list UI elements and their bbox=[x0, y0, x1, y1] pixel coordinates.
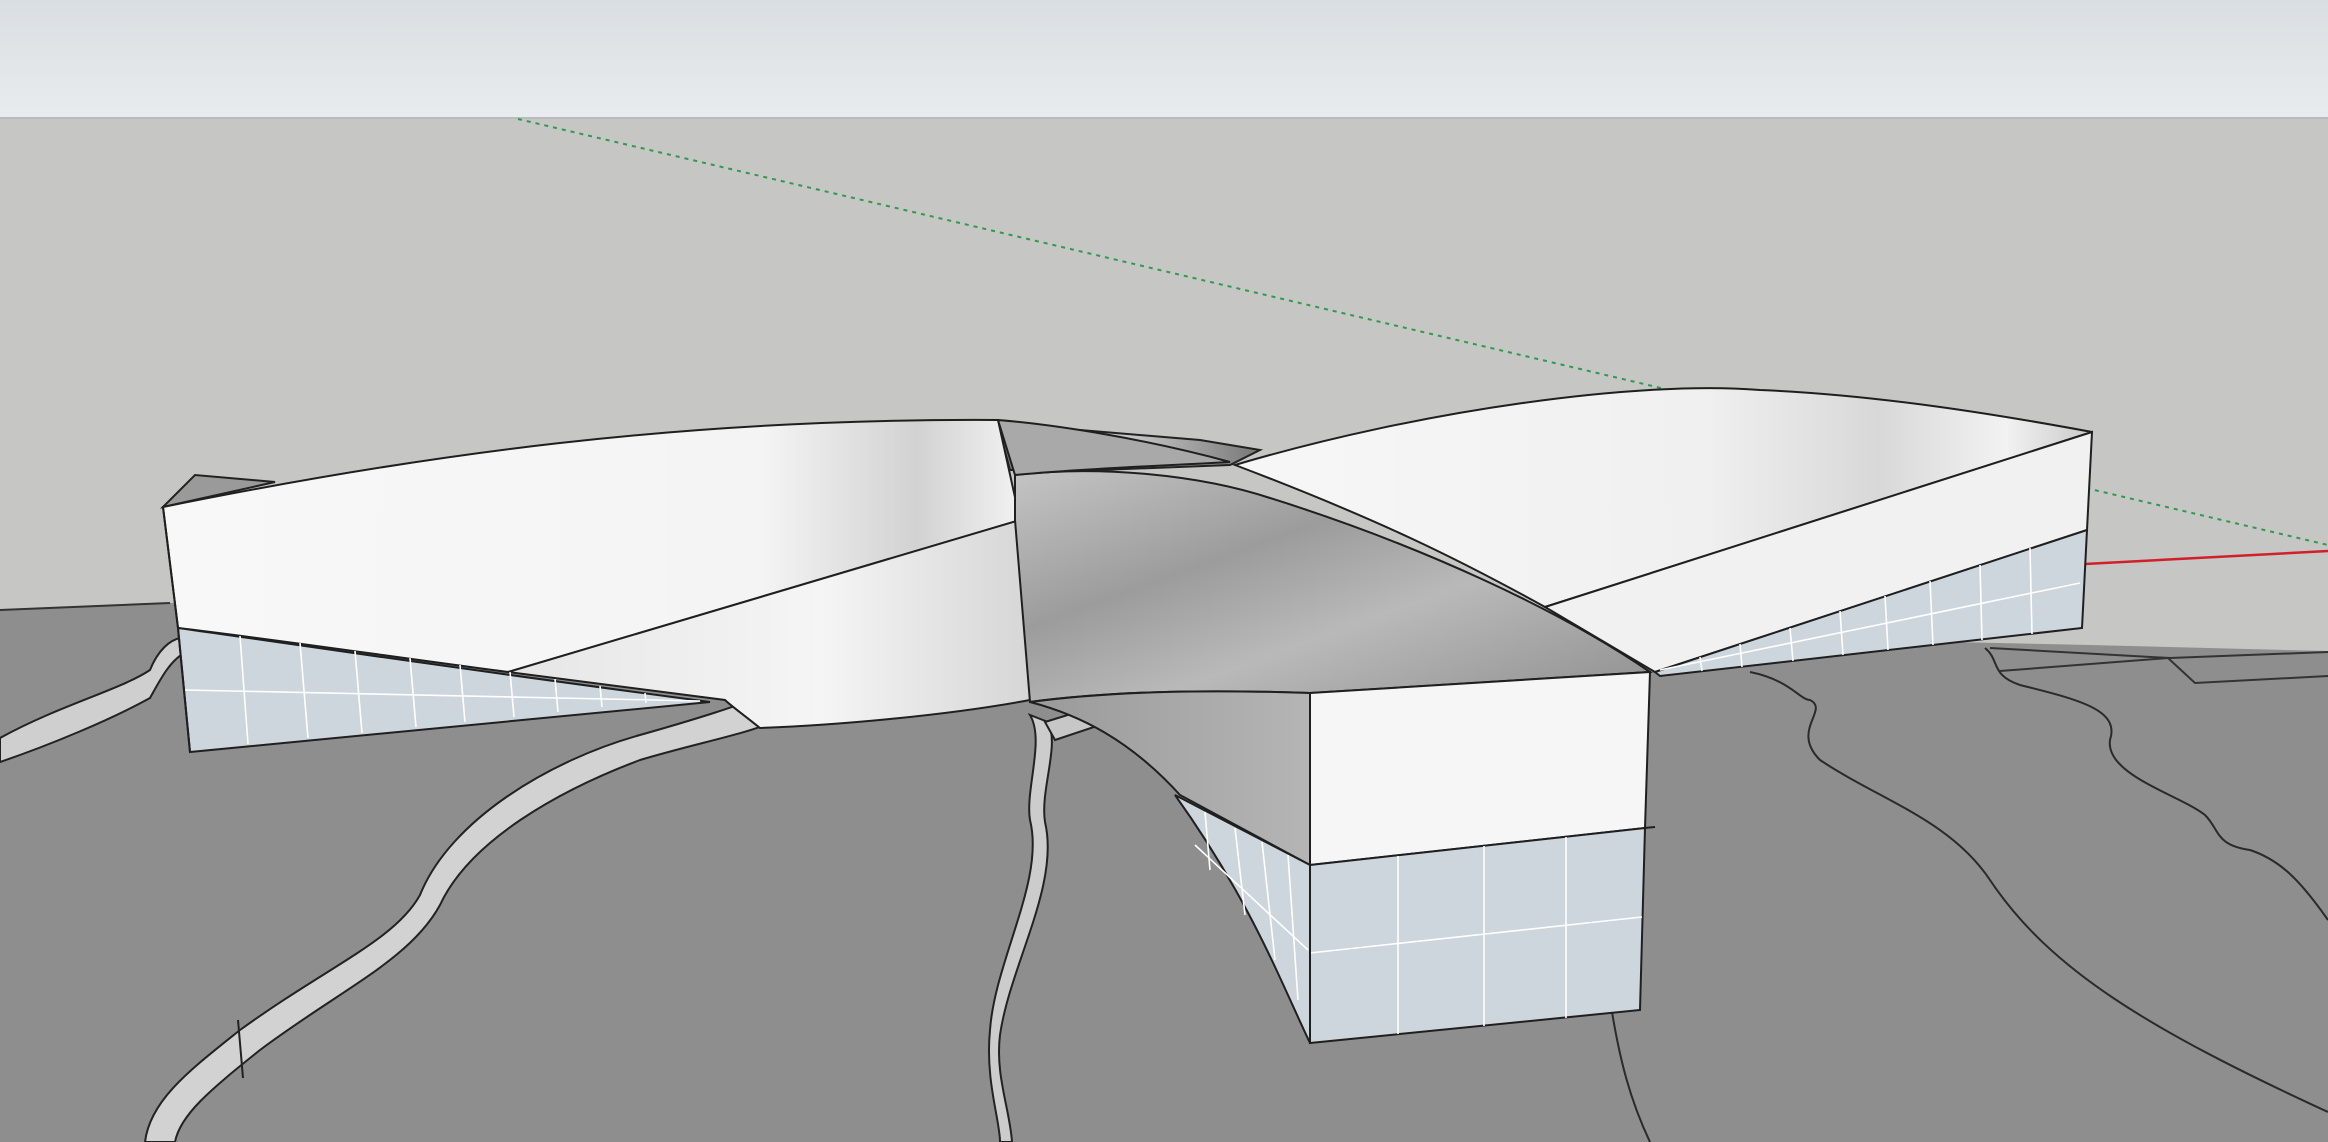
model-viewport[interactable] bbox=[0, 0, 2328, 1142]
front-block-slab-edge bbox=[1644, 826, 1656, 829]
sky-band bbox=[0, 0, 2328, 118]
